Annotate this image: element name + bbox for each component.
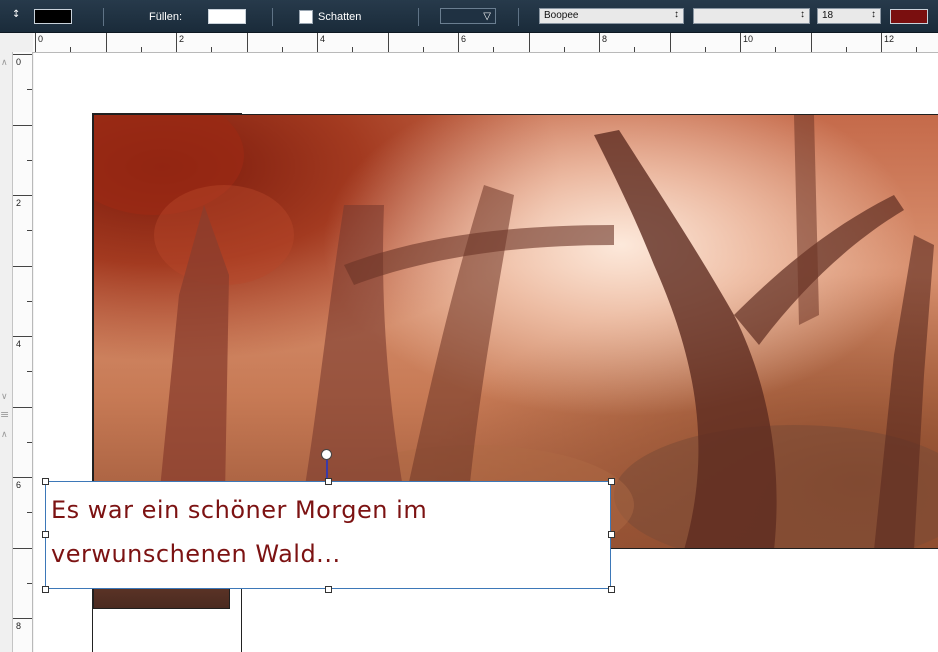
splitter-grip-icon[interactable]: ≡	[0, 408, 9, 421]
text-color-swatch[interactable]	[890, 9, 928, 24]
ruler-tick	[105, 33, 107, 52]
toolbar-separator	[418, 8, 419, 26]
ruler-tick	[881, 33, 882, 52]
ruler-tick	[563, 47, 565, 52]
style-dropdown[interactable]: ▽	[440, 8, 496, 24]
toolbar-separator	[518, 8, 519, 26]
toolbar-separator	[272, 8, 273, 26]
ruler-label: 10	[743, 34, 754, 44]
fill-label: Füllen:	[149, 11, 183, 23]
ruler-tick	[317, 33, 318, 52]
ruler-label: 6	[461, 34, 467, 44]
ruler-label: 6	[16, 480, 22, 490]
ruler-tick	[176, 33, 177, 52]
text-line: Es war ein schöner Morgen im	[51, 496, 428, 524]
triangle-down-icon: ▽	[483, 11, 491, 22]
ruler-corner	[0, 33, 33, 53]
font-family-value: Boopee	[544, 10, 579, 21]
shadow-label: Schatten	[318, 11, 362, 23]
ruler-tick	[13, 336, 32, 337]
resize-handle-bottom[interactable]	[325, 586, 332, 593]
text-line: verwunschenen Wald...	[51, 540, 341, 568]
scroll-down-arrow-icon[interactable]: ∨	[1, 392, 8, 402]
ruler-tick	[27, 300, 32, 302]
resize-handle-left[interactable]	[42, 531, 49, 538]
ruler-tick	[27, 512, 32, 514]
ruler-tick	[35, 33, 36, 52]
resize-handle-bottom-left[interactable]	[42, 586, 49, 593]
ruler-tick	[740, 33, 741, 52]
font-family-select[interactable]: Boopee ↕	[539, 8, 684, 24]
line-color-swatch[interactable]	[34, 9, 72, 24]
selected-text-box[interactable]: Es war ein schöner Morgen im verwunschen…	[45, 481, 611, 589]
ruler-tick	[27, 230, 32, 232]
ruler-tick	[13, 54, 32, 55]
scroll-up-arrow-icon[interactable]: ∧	[1, 58, 8, 68]
ruler-label: 4	[16, 339, 22, 349]
ruler-tick	[13, 477, 32, 478]
rotation-handle[interactable]	[321, 449, 332, 460]
up-down-spinner-icon: ↕	[871, 9, 876, 20]
shadow-checkbox[interactable]	[299, 10, 313, 24]
ruler-label: 2	[179, 34, 185, 44]
ruler-label: 8	[16, 621, 22, 631]
ruler-tick	[845, 47, 847, 52]
ruler-tick	[27, 582, 32, 584]
ruler-label: 2	[16, 198, 22, 208]
ruler-tick	[140, 47, 142, 52]
resize-handle-top[interactable]	[325, 478, 332, 485]
ruler-tick	[211, 47, 213, 52]
ruler-tick	[810, 33, 812, 52]
ruler-tick	[669, 33, 671, 52]
ruler-label: 0	[16, 57, 22, 67]
ruler-label: 12	[884, 34, 895, 44]
ruler-tick	[422, 47, 424, 52]
text-box-content[interactable]: Es war ein schöner Morgen im verwunschen…	[51, 488, 601, 576]
ruler-tick	[599, 33, 600, 52]
ruler-tick	[27, 371, 32, 373]
ruler-tick	[916, 47, 918, 52]
toolbar-separator	[103, 8, 104, 26]
page-canvas[interactable]: Es war ein schöner Morgen im verwunschen…	[34, 53, 938, 652]
ruler-tick	[13, 618, 32, 619]
ruler-label: 8	[602, 34, 608, 44]
ruler-tick	[13, 265, 32, 267]
ruler-tick	[13, 406, 32, 408]
ruler-tick	[27, 159, 32, 161]
resize-handle-bottom-right[interactable]	[608, 586, 615, 593]
vertical-ruler: 0 2 4 6 8	[12, 52, 33, 652]
ruler-tick	[13, 124, 32, 126]
ruler-tick	[70, 47, 72, 52]
ruler-tick	[387, 33, 389, 52]
ruler-tick	[246, 33, 248, 52]
vertical-ruler-area: 0 2 4 6 8 ∧ ∨ ≡ ∧	[0, 52, 33, 652]
ruler-tick	[13, 195, 32, 196]
line-width-spinner-icon[interactable]: ↕	[12, 9, 20, 20]
up-down-spinner-icon: ↕	[800, 9, 805, 20]
ruler-label: 4	[320, 34, 326, 44]
ruler-tick	[281, 47, 283, 52]
scroll-up-arrow-icon[interactable]: ∧	[1, 430, 8, 440]
ruler-tick	[352, 47, 354, 52]
ruler-tick	[634, 47, 636, 52]
resize-handle-top-right[interactable]	[608, 478, 615, 485]
ruler-tick	[27, 441, 32, 443]
up-down-spinner-icon: ↕	[674, 9, 679, 20]
formatting-toolbar: ↕ Füllen: Schatten ▽ Boopee ↕ ↕ 18 ↕	[0, 0, 938, 33]
ruler-tick	[493, 47, 495, 52]
ruler-tick	[528, 33, 530, 52]
ruler-tick	[13, 547, 32, 549]
fill-color-swatch[interactable]	[208, 9, 246, 24]
ruler-tick	[458, 33, 459, 52]
resize-handle-top-left[interactable]	[42, 478, 49, 485]
font-size-value: 18	[822, 10, 834, 21]
ruler-tick	[775, 47, 777, 52]
resize-handle-right[interactable]	[608, 531, 615, 538]
ruler-tick	[704, 47, 706, 52]
horizontal-ruler: 0 2 4 6 8 10 12	[33, 33, 938, 53]
ruler-tick	[27, 89, 32, 91]
font-size-select[interactable]: 18 ↕	[817, 8, 881, 24]
font-style-select[interactable]: ↕	[693, 8, 810, 24]
ruler-label: 0	[38, 34, 44, 44]
